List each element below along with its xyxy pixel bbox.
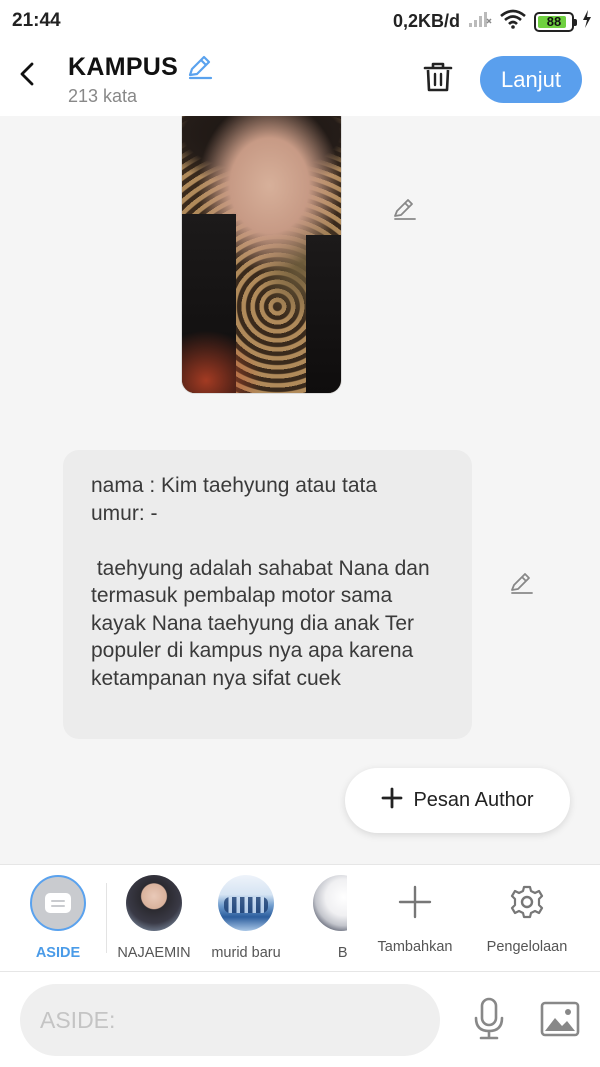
back-arrow-icon (18, 62, 36, 91)
back-button[interactable] (10, 58, 44, 94)
character-bar: ASIDE NAJAEMIN murid baru Bill Tambahkan… (0, 864, 600, 971)
voice-button[interactable] (468, 994, 510, 1044)
wifi-icon (500, 9, 526, 34)
charging-icon (582, 10, 592, 33)
character-label: NAJAEMIN (117, 945, 191, 961)
manage-label: Pengelolaan (486, 939, 568, 955)
story-content[interactable]: nama : Kim taehyung atau tata umur: - ta… (0, 116, 600, 864)
microphone-icon (474, 997, 504, 1040)
next-button[interactable]: Lanjut (480, 56, 582, 103)
trash-icon (423, 62, 453, 92)
gear-icon (502, 877, 552, 927)
pencil-icon (189, 55, 213, 80)
message-text: nama : Kim taehyung atau tata umur: - ta… (91, 474, 430, 690)
avatar (126, 875, 182, 931)
avatar (313, 875, 347, 931)
image-detail (306, 234, 341, 393)
plus-icon (381, 787, 403, 814)
word-count: 213 kata (68, 86, 138, 106)
author-message-label: Pesan Author (413, 789, 534, 811)
aside-avatar (30, 875, 86, 931)
title-block: KAMPUS 213 kata (68, 52, 214, 107)
message-input[interactable] (20, 984, 440, 1056)
narrator-icon (45, 893, 71, 913)
character-label: ASIDE (35, 945, 81, 961)
status-right: 0,2KB/d 88 (393, 9, 592, 34)
status-bar: 21:44 0,2KB/d 88 (0, 0, 600, 44)
avatar (218, 875, 274, 931)
edit-message-button[interactable] (505, 567, 537, 599)
edit-image-button[interactable] (388, 193, 420, 225)
pencil-icon (394, 199, 416, 220)
character-bill[interactable]: Bill (313, 865, 347, 972)
delete-button[interactable] (420, 58, 456, 96)
input-bar (0, 971, 600, 1067)
manage-button[interactable]: Pengelolaan (482, 877, 572, 955)
story-image[interactable] (181, 116, 342, 394)
character-najaemin[interactable]: NAJAEMIN (115, 875, 193, 961)
battery-icon: 88 (534, 11, 577, 32)
network-speed: 0,2KB/d (392, 11, 460, 31)
plus-icon (390, 877, 440, 927)
battery-level: 88 (546, 14, 562, 29)
author-message-button[interactable]: Pesan Author (345, 768, 570, 833)
page-title: KAMPUS (68, 52, 179, 81)
character-label: Bill (337, 945, 347, 961)
character-murid-baru[interactable]: murid baru (206, 875, 286, 961)
character-aside[interactable]: ASIDE (30, 875, 86, 961)
status-time: 21:44 (12, 10, 61, 31)
character-label: murid baru (211, 945, 281, 961)
message-bubble[interactable]: nama : Kim taehyung atau tata umur: - ta… (63, 450, 472, 739)
add-label: Tambahkan (377, 939, 453, 955)
image-button[interactable] (536, 996, 584, 1042)
divider (106, 883, 107, 953)
image-icon (540, 1001, 580, 1037)
add-character-button[interactable]: Tambahkan (374, 877, 456, 955)
edit-title-button[interactable] (184, 52, 214, 82)
header: KAMPUS 213 kata Lanjut (0, 44, 600, 116)
image-detail (182, 329, 262, 393)
signal-icon (468, 10, 492, 33)
pencil-icon (511, 573, 533, 594)
